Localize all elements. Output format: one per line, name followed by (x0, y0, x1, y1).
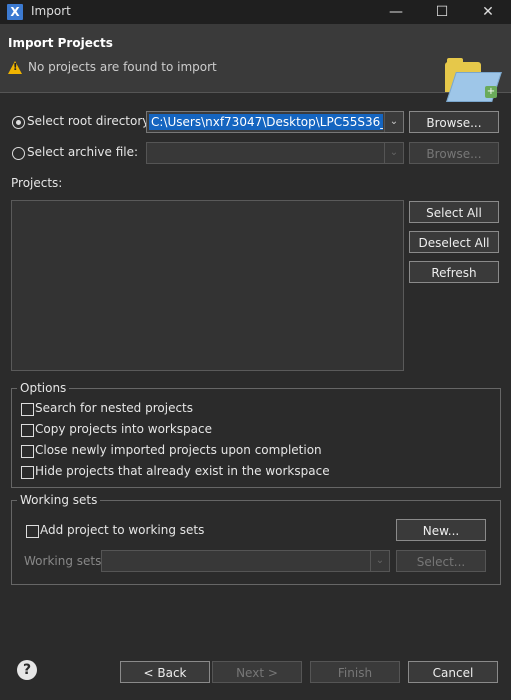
archive-file-radio[interactable] (12, 147, 25, 160)
next-button[interactable]: Next > (212, 661, 302, 683)
app-icon: X (7, 4, 23, 20)
title-bar: X Import — ☐ ✕ (0, 0, 511, 24)
chevron-down-icon[interactable]: ⌄ (370, 551, 389, 571)
cancel-button[interactable]: Cancel (408, 661, 498, 683)
add-to-working-sets-checkbox[interactable] (26, 525, 39, 538)
root-directory-combo[interactable]: C:\Users\nxf73047\Desktop\LPC55S36_bldc … (146, 111, 404, 133)
copy-into-workspace-label[interactable]: Copy projects into workspace (35, 422, 212, 436)
browse-archive-button[interactable]: Browse... (409, 142, 499, 164)
warning-icon (8, 61, 22, 74)
archive-file-label: Select archive file: (27, 145, 139, 159)
finish-button[interactable]: Finish (310, 661, 400, 683)
options-title: Options (17, 381, 70, 395)
working-sets-label: Working sets: (24, 554, 106, 568)
refresh-button[interactable]: Refresh (409, 261, 499, 283)
deselect-all-button[interactable]: Deselect All (409, 231, 499, 253)
page-title: Import Projects (8, 36, 113, 50)
new-working-set-button[interactable]: New... (396, 519, 486, 541)
search-nested-label[interactable]: Search for nested projects (35, 401, 193, 415)
projects-label: Projects: (11, 176, 63, 190)
window-title: Import (31, 4, 71, 18)
chevron-down-icon[interactable]: ⌄ (384, 143, 403, 163)
working-sets-group: Working sets Add project to working sets… (11, 493, 501, 585)
select-all-button[interactable]: Select All (409, 201, 499, 223)
close-imported-checkbox[interactable] (21, 445, 34, 458)
import-folder-icon: + (443, 58, 502, 102)
help-icon[interactable]: ? (17, 660, 37, 680)
close-button[interactable]: ✕ (465, 0, 511, 24)
select-working-sets-button[interactable]: Select... (396, 550, 486, 572)
working-sets-combo[interactable]: ⌄ (101, 550, 390, 572)
hide-existing-label[interactable]: Hide projects that already exist in the … (35, 464, 330, 478)
options-group: Options Search for nested projects Copy … (11, 381, 501, 488)
chevron-down-icon[interactable]: ⌄ (384, 112, 403, 132)
minimize-button[interactable]: — (373, 0, 419, 24)
back-button[interactable]: < Back (120, 661, 210, 683)
add-to-working-sets-label[interactable]: Add project to working sets (40, 523, 204, 537)
hide-existing-checkbox[interactable] (21, 466, 34, 479)
wizard-header: Import Projects No projects are found to… (0, 24, 511, 102)
copy-into-workspace-checkbox[interactable] (21, 424, 34, 437)
header-message: No projects are found to import (28, 60, 217, 74)
maximize-button[interactable]: ☐ (419, 0, 465, 24)
root-directory-label: Select root directory: (27, 114, 153, 128)
browse-directory-button[interactable]: Browse... (409, 111, 499, 133)
archive-file-combo[interactable]: ⌄ (146, 142, 404, 164)
root-directory-value[interactable]: C:\Users\nxf73047\Desktop\LPC55S36_bldc (149, 114, 383, 130)
working-sets-title: Working sets (17, 493, 101, 507)
close-imported-label[interactable]: Close newly imported projects upon compl… (35, 443, 322, 457)
search-nested-checkbox[interactable] (21, 403, 34, 416)
projects-list[interactable] (11, 200, 404, 371)
root-directory-radio[interactable] (12, 116, 25, 129)
